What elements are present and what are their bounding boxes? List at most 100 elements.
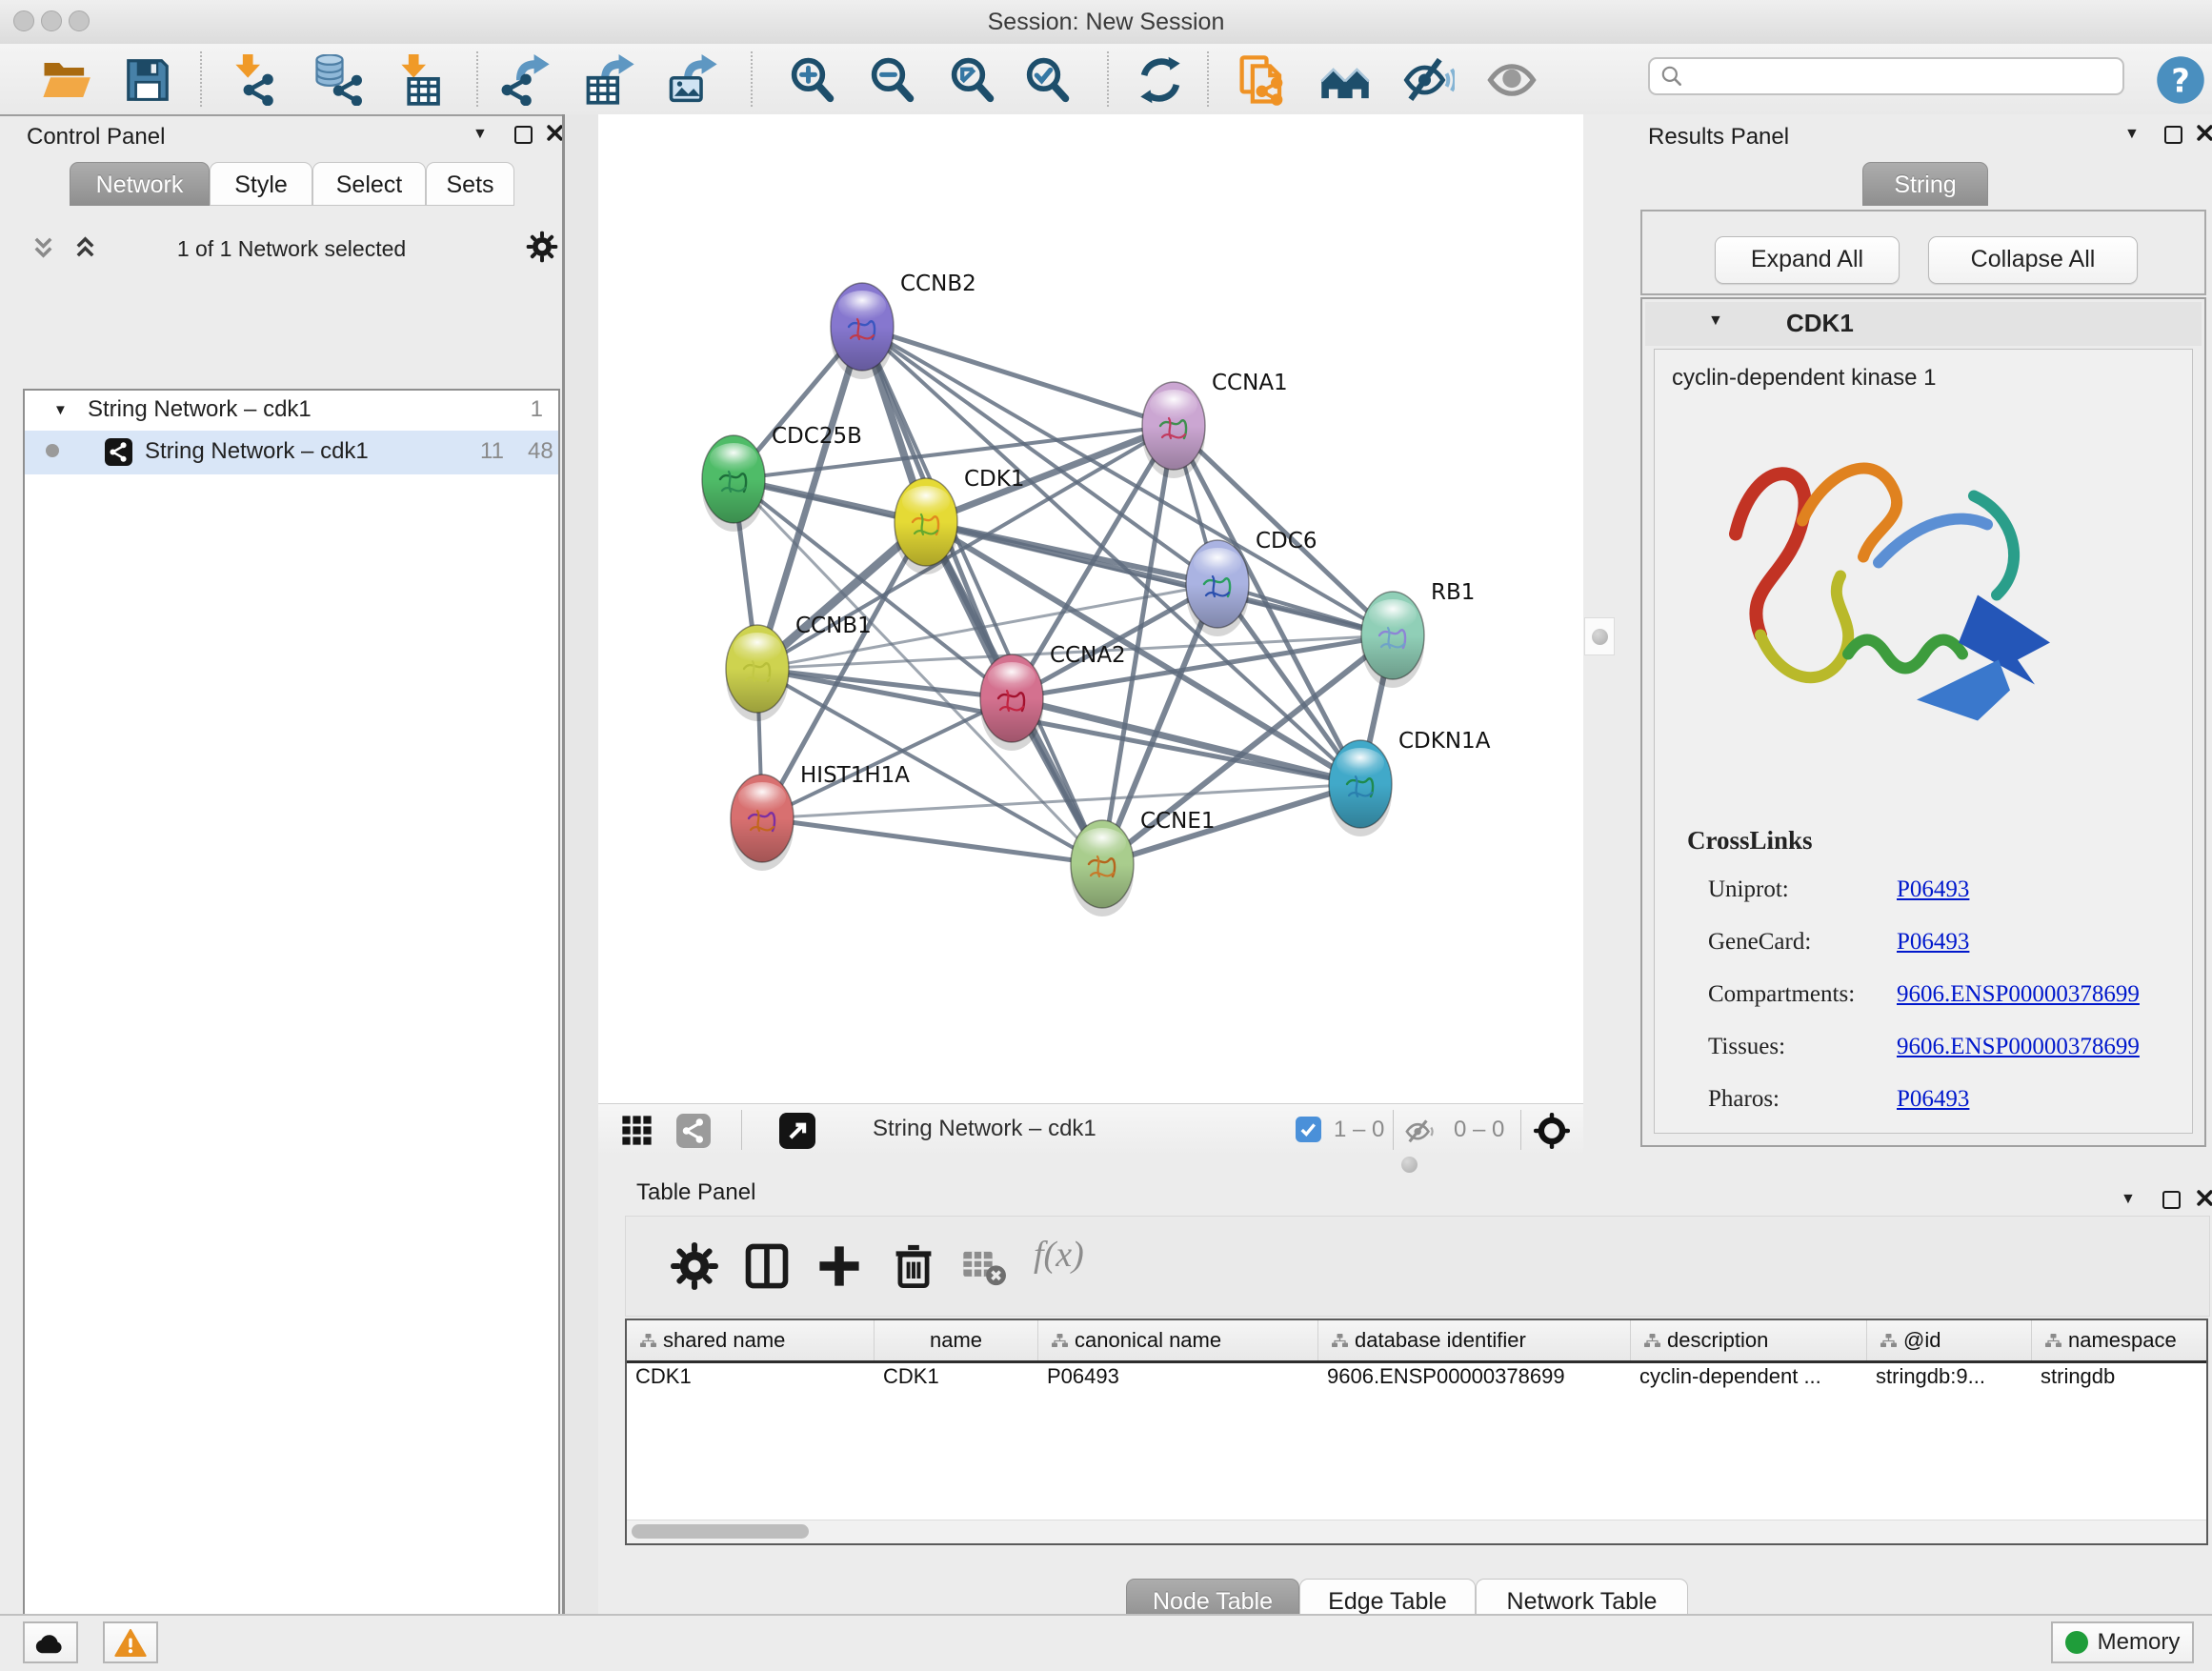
table-panel-float-icon[interactable]	[2162, 1191, 2181, 1209]
gene-section-header[interactable]: ▼ CDK1	[1645, 302, 2202, 346]
splitter-dot[interactable]	[1401, 1157, 1418, 1173]
table-cell-name[interactable]: CDK1	[875, 1364, 1037, 1397]
crosslink-label: GeneCard:	[1708, 929, 1811, 956]
houses-icon[interactable]	[1319, 54, 1371, 106]
eye-slash-icon[interactable]	[1403, 54, 1455, 106]
network-node-CDC6[interactable]: CDC6	[1186, 529, 1317, 636]
control-panel-splitter[interactable]	[562, 114, 603, 1614]
crosslink-link[interactable]: 9606.ENSP00000378699	[1897, 1034, 2140, 1060]
results-panel-float-icon[interactable]	[2164, 126, 2182, 144]
search-input[interactable]	[1684, 63, 2098, 90]
warnings-button[interactable]	[103, 1621, 158, 1663]
network-row-selected[interactable]: String Network – cdk1 11 48	[25, 431, 558, 474]
network-node-CDKN1A[interactable]: CDKN1A	[1329, 729, 1491, 836]
network-edge-HIST1H1A-CCNE1[interactable]	[762, 818, 1102, 864]
zoom-fit-icon[interactable]	[947, 54, 998, 106]
share-view-icon[interactable]	[676, 1114, 711, 1148]
network-edge-CCNB2-RB1[interactable]	[862, 327, 1393, 635]
table-cell-namespace[interactable]: stringdb	[2032, 1364, 2208, 1397]
search-field[interactable]	[1648, 57, 2124, 95]
automation-cloud-button[interactable]	[23, 1621, 78, 1663]
table-cell-canonical-name[interactable]: P06493	[1038, 1364, 1317, 1397]
gear-icon[interactable]	[526, 231, 558, 263]
copy-document-icon[interactable]	[1237, 54, 1288, 106]
export-network-icon[interactable]	[499, 54, 551, 106]
table-panel-close-icon[interactable]	[2197, 1190, 2212, 1206]
network-edge-CCNA2-HIST1H1A[interactable]	[762, 698, 1012, 818]
export-table-icon[interactable]	[584, 54, 635, 106]
column-header-@id[interactable]: @id	[1867, 1320, 2032, 1360]
control-panel-collapse-icon[interactable]: ▼	[473, 126, 488, 143]
table-cell-@id[interactable]: stringdb:9...	[1867, 1364, 2031, 1397]
tab-string[interactable]: String	[1862, 162, 1988, 206]
create-column-plus-icon[interactable]	[814, 1241, 864, 1291]
network-row-label: String Network – cdk1	[145, 438, 369, 465]
selected-checkbox-icon[interactable]	[1296, 1117, 1321, 1142]
tree-expand-icon[interactable]: ▼	[53, 402, 68, 418]
zoom-selected-icon[interactable]	[1022, 54, 1074, 106]
application-window: Session: New Session ? Control Panel ▼ N…	[0, 0, 2212, 1671]
network-view-title: String Network – cdk1	[873, 1116, 1096, 1142]
control-panel-float-icon[interactable]	[514, 126, 533, 144]
table-settings-gear-icon[interactable]	[670, 1241, 719, 1291]
network-canvas[interactable]: CCNB2CCNA1CDC25BCDK1CDC6RB1CCNB1CCNA2CDK…	[598, 114, 1583, 1103]
section-collapse-icon[interactable]: ▼	[1708, 312, 1723, 330]
table-h-scrollbar[interactable]	[627, 1520, 2206, 1543]
zoom-in-icon[interactable]	[787, 54, 838, 106]
table-splitter[interactable]	[598, 1155, 2212, 1174]
expand-all-button[interactable]: Expand All	[1715, 236, 1900, 284]
node-label-CCNA1: CCNA1	[1212, 371, 1288, 395]
import-network-database-icon[interactable]	[312, 54, 364, 106]
import-table-file-icon[interactable]	[390, 54, 441, 106]
detach-view-icon[interactable]	[779, 1113, 815, 1149]
network-edge-CCNB2-CCNA1[interactable]	[862, 327, 1174, 426]
warning-icon	[114, 1628, 147, 1658]
network-node-CCNE1[interactable]: CCNE1	[1071, 809, 1216, 916]
gene-section: ▼ CDK1 cyclin-dependent kinase 1	[1640, 297, 2206, 1147]
network-node-RB1[interactable]: RB1	[1361, 580, 1475, 688]
control-panel-close-icon[interactable]	[547, 125, 563, 141]
export-image-icon[interactable]	[667, 54, 718, 106]
import-network-file-icon[interactable]	[224, 54, 275, 106]
crosslink-link[interactable]: 9606.ENSP00000378699	[1897, 981, 2140, 1008]
crosslink-link[interactable]: P06493	[1897, 1086, 1969, 1113]
tab-sets[interactable]: Sets	[426, 162, 514, 206]
results-panel-collapse-icon[interactable]: ▼	[2124, 126, 2140, 143]
save-session-icon[interactable]	[122, 54, 173, 106]
crosshair-icon[interactable]	[1534, 1113, 1570, 1149]
grid-view-icon[interactable]	[621, 1115, 653, 1146]
show-columns-icon[interactable]	[742, 1241, 792, 1291]
zoom-out-icon[interactable]	[867, 54, 918, 106]
network-node-CDK1[interactable]: CDK1	[895, 467, 1025, 574]
hidden-node-edge-count: 0 – 0	[1454, 1117, 1504, 1143]
results-splitter[interactable]	[1583, 114, 1622, 1155]
network-node-HIST1H1A[interactable]: HIST1H1A	[731, 763, 910, 871]
column-header-database-identifier[interactable]: database identifier	[1318, 1320, 1631, 1360]
column-header-description[interactable]: description	[1631, 1320, 1867, 1360]
table-cell-description[interactable]: cyclin-dependent ...	[1631, 1364, 1866, 1397]
column-header-shared-name[interactable]: shared name	[627, 1320, 875, 1360]
table-cell-shared-name[interactable]: CDK1	[627, 1364, 874, 1397]
tab-style[interactable]: Style	[210, 162, 312, 206]
crosslink-link[interactable]: P06493	[1897, 876, 1969, 903]
delete-column-trash-icon[interactable]	[889, 1241, 938, 1291]
column-header-name[interactable]: name	[875, 1320, 1038, 1360]
crosslink-link[interactable]: P06493	[1897, 929, 1969, 956]
splitter-handle[interactable]	[1584, 617, 1615, 655]
scrollbar-handle[interactable]	[632, 1524, 809, 1539]
tab-select[interactable]: Select	[312, 162, 426, 206]
column-header-canonical-name[interactable]: canonical name	[1038, 1320, 1318, 1360]
delete-table-icon	[959, 1241, 1009, 1291]
table-cell-database-identifier[interactable]: 9606.ENSP00000378699	[1318, 1364, 1630, 1397]
network-collection-row[interactable]: ▼ String Network – cdk1 1	[25, 391, 558, 431]
open-session-icon[interactable]	[40, 54, 91, 106]
table-panel-collapse-icon[interactable]: ▼	[2121, 1191, 2136, 1208]
help-icon[interactable]: ?	[2155, 54, 2206, 106]
memory-button[interactable]: Memory	[2051, 1621, 2194, 1663]
collapse-all-button[interactable]: Collapse All	[1928, 236, 2138, 284]
results-panel-close-icon[interactable]	[2197, 125, 2212, 141]
tab-network[interactable]: Network	[70, 162, 210, 206]
column-header-namespace[interactable]: namespace	[2032, 1320, 2208, 1360]
node-table[interactable]: shared namenamecanonical namedatabase id…	[625, 1319, 2208, 1545]
refresh-icon[interactable]	[1135, 54, 1186, 106]
